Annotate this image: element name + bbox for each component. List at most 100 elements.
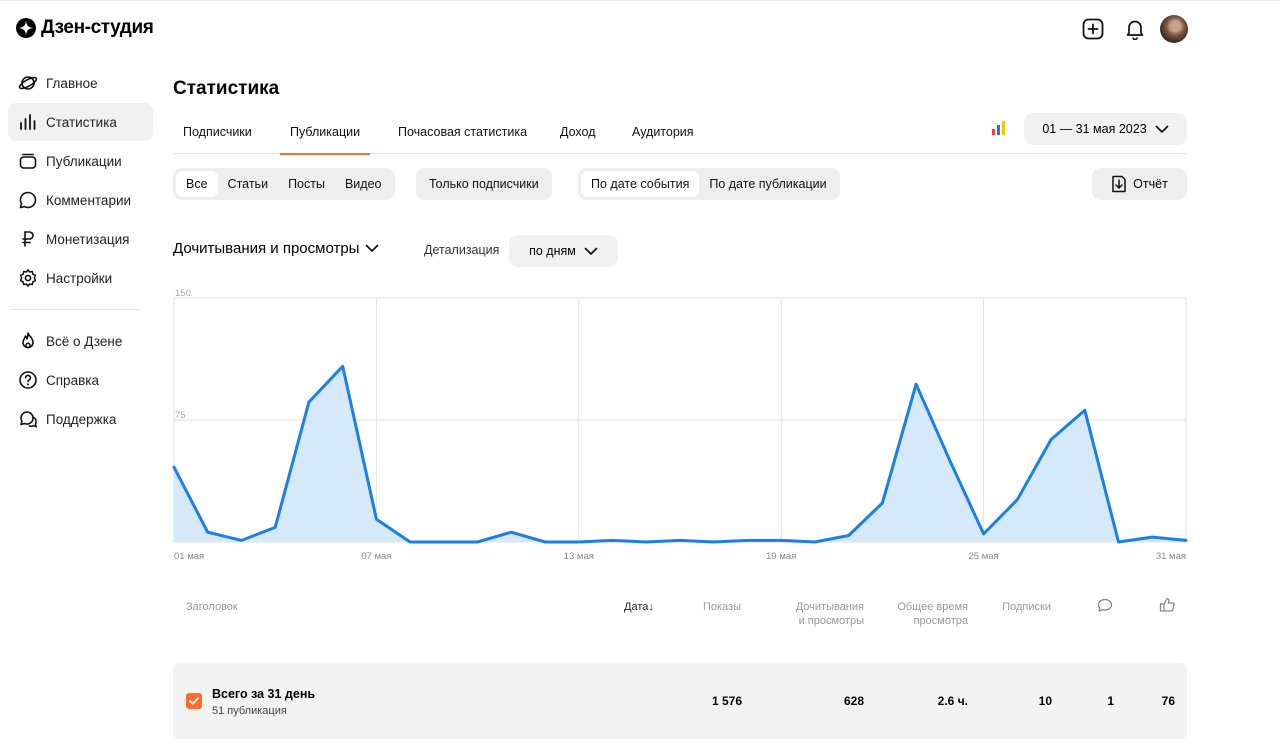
avatar[interactable] [1160,15,1188,43]
filter-video[interactable]: Видео [335,171,392,197]
column-impressions[interactable]: Показы [700,600,741,614]
chart-data-point [340,363,346,369]
chart-data-point [407,539,413,545]
chart-y-tick-label: 150 [175,288,191,299]
chart-data-point [508,529,514,535]
chart-type-icon[interactable] [992,121,1005,135]
total-title: Всего за 31 день [212,687,316,701]
chart-data-point [1014,497,1020,503]
column-reads-line1: Дочитывания [795,601,864,613]
detail-value: по дням [529,244,576,258]
sidebar-item-comments[interactable]: Комментарии [8,181,153,219]
comment-icon [19,191,37,209]
column-watch-time[interactable]: Общее время просмотра [880,600,968,628]
filter-by-event-date[interactable]: По дате события [581,171,700,197]
chart-x-tick-label: 25 мая [969,551,999,562]
column-subscriptions[interactable]: Подписки [990,600,1051,614]
chart-data-point [272,524,278,530]
chart-area [174,366,1186,542]
notifications-button[interactable] [1122,15,1148,43]
tab-income[interactable]: Доход [550,110,606,154]
tab-audience[interactable]: Аудитория [622,110,704,154]
chart-data-point [846,532,852,538]
filter-articles[interactable]: Статьи [218,171,279,197]
total-subtitle: 51 публикация [212,705,287,717]
total-watch-time: 2.6 ч. [937,694,968,708]
chart-data-point [744,537,750,543]
chart-data-point [441,539,447,545]
zen-logo-icon [16,18,36,38]
publications-icon [19,153,37,169]
statistics-chart[interactable]: 15075001 мая07 мая13 мая19 мая25 мая31 м… [0,280,1280,570]
column-reads-line2: и просмотры [798,615,864,627]
comment-icon [1097,598,1113,612]
tab-subscribers[interactable]: Подписчики [173,110,262,154]
chart-data-point [542,539,548,545]
chart-data-point [1149,534,1155,540]
chart-data-point [610,537,616,543]
tab-hourly[interactable]: Почасовая статистика [388,110,537,154]
filter-subscribers-only[interactable]: Только подписчики [419,171,549,197]
filter-by-publication-date[interactable]: По дате публикации [699,171,836,197]
date-mode-filter: По дате события По дате публикации [578,168,840,200]
sidebar-item-statistics[interactable]: Статистика [8,103,153,141]
date-range-picker[interactable]: 01 — 31 мая 2023 [1024,113,1187,145]
sidebar-item-monetization[interactable]: Монетизация [8,220,153,258]
sidebar-item-label: Монетизация [46,231,130,247]
chart-x-tick-label: 13 мая [564,551,594,562]
chart-data-point [373,516,379,522]
column-comments[interactable] [1097,598,1113,617]
chart-data-point [1048,437,1054,443]
sidebar-item-label: Комментарии [46,192,132,208]
bell-icon [1126,20,1144,40]
chevron-down-icon [584,247,598,255]
chart-data-point [879,500,885,506]
tab-publications[interactable]: Публикации [280,110,371,155]
sidebar-item-main[interactable]: Главное [8,64,153,102]
select-all-checkbox[interactable] [186,693,202,709]
report-button[interactable]: Отчёт [1092,168,1187,200]
table-total-row[interactable]: Всего за 31 день 51 публикация 1 576 628… [173,663,1187,739]
subscribers-only-filter: Только подписчики [416,168,552,200]
chart-y-tick-label: 75 [175,410,186,421]
filter-posts[interactable]: Посты [278,171,335,197]
sort-down-icon: ↓ [648,601,654,613]
chart-x-tick-label: 01 мая [174,551,204,562]
chart-x-tick-label: 07 мая [361,551,391,562]
detail-selector[interactable]: по дням [509,235,618,267]
total-subscriptions: 10 [1038,694,1052,708]
date-range-value: 01 — 31 мая 2023 [1042,122,1147,136]
logo[interactable]: Дзен-студия [16,17,154,39]
column-date[interactable]: Дата↓ [624,600,654,614]
chart-data-point [171,464,177,470]
create-button[interactable] [1080,15,1106,43]
column-title[interactable]: Заголовок [186,600,238,614]
chart-data-point [913,381,919,387]
chevron-down-icon [366,244,379,252]
column-time-line2: просмотра [913,615,968,627]
chart-data-point [947,458,953,464]
chart-data-point [238,537,244,543]
total-reads: 628 [843,694,864,708]
metric-selector[interactable]: Дочитывания и просмотры [173,240,379,257]
ruble-icon [22,231,34,247]
chart-data-point [475,539,481,545]
chart-data-point [1183,537,1189,543]
download-file-icon [1112,175,1126,193]
check-icon [189,697,199,705]
total-likes: 76 [1161,694,1175,708]
content-type-filter: Все Статьи Посты Видео [173,168,395,200]
chart-data-point [778,537,784,543]
sidebar-item-publications[interactable]: Публикации [8,142,153,180]
sidebar-item-label: Статистика [46,114,117,130]
filter-all[interactable]: Все [176,171,218,197]
bar-chart-icon [20,114,36,130]
chart-data-point [643,539,649,545]
sidebar-item-label: Публикации [46,153,122,169]
chart-data-point [677,537,683,543]
column-reads[interactable]: Дочитывания и просмотры [770,600,864,628]
plus-square-icon [1082,18,1104,40]
app-name: Дзен-студия [41,17,154,38]
column-likes[interactable] [1159,597,1175,617]
chart-data-point [306,399,312,405]
